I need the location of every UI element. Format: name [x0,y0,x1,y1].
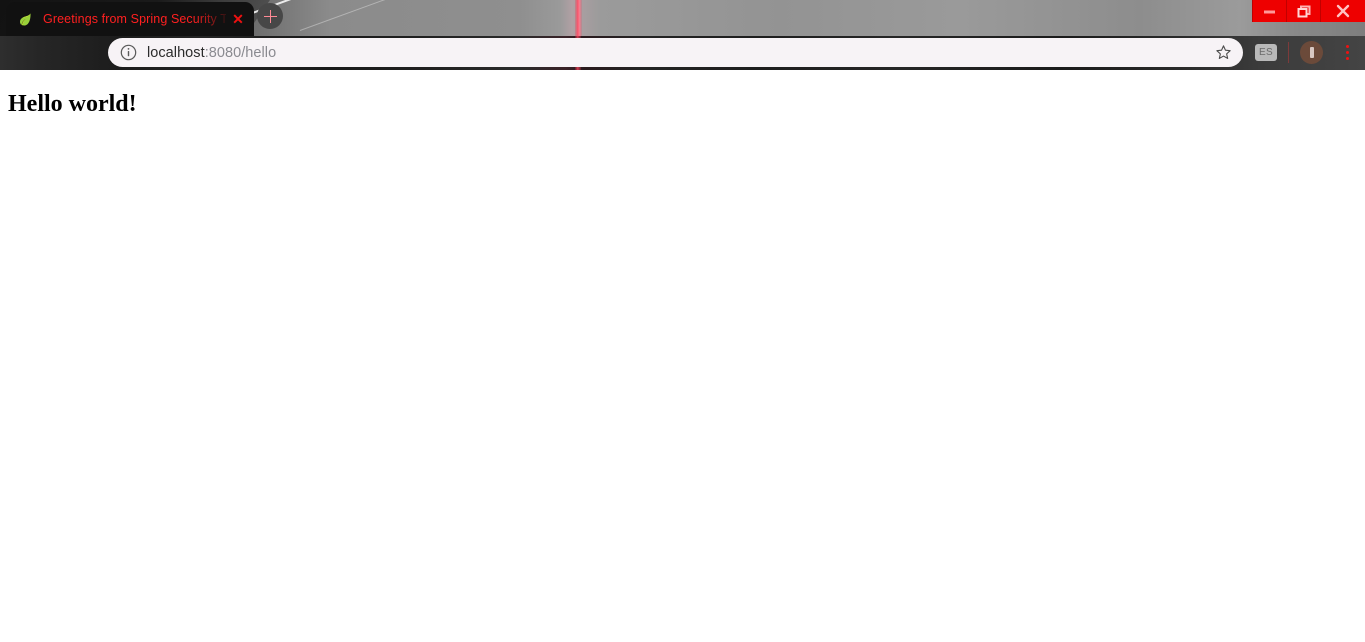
url-path: :8080/hello [204,44,277,61]
theme-diagonal-line-secondary [299,0,423,31]
theme-red-streak [575,0,582,36]
page-content: Hello world! [0,70,1365,642]
close-button[interactable] [1320,0,1365,22]
star-icon[interactable] [1210,40,1236,66]
avatar-icon[interactable] [1300,41,1323,64]
dot-1 [1345,45,1349,48]
extension-badge-es[interactable]: ES [1255,44,1277,61]
toolbar-separator [1288,42,1289,63]
dot-2 [1345,51,1349,54]
url-host: localhost [147,44,205,61]
plus-icon [263,9,277,23]
browser-window: Greetings from Spring Security T ✕ local… [0,0,1365,642]
window-controls [1252,0,1365,22]
browser-tab-active[interactable]: Greetings from Spring Security T ✕ [6,2,254,36]
tab-title: Greetings from Spring Security T [43,12,226,26]
page-title: Hello world! [8,91,137,117]
spring-leaf-icon [16,11,33,28]
restore-button[interactable] [1286,0,1320,22]
tab-close-icon[interactable]: ✕ [228,9,248,29]
address-bar[interactable]: localhost:8080/hello [108,38,1243,67]
new-tab-button[interactable] [257,3,283,29]
avatar-glyph [1309,47,1314,58]
dot-3 [1345,57,1349,60]
minimize-button[interactable] [1252,0,1286,22]
info-circle-icon[interactable] [118,43,138,63]
three-dots-icon[interactable] [1338,41,1356,64]
url-display[interactable]: localhost:8080/hello [147,45,1210,61]
